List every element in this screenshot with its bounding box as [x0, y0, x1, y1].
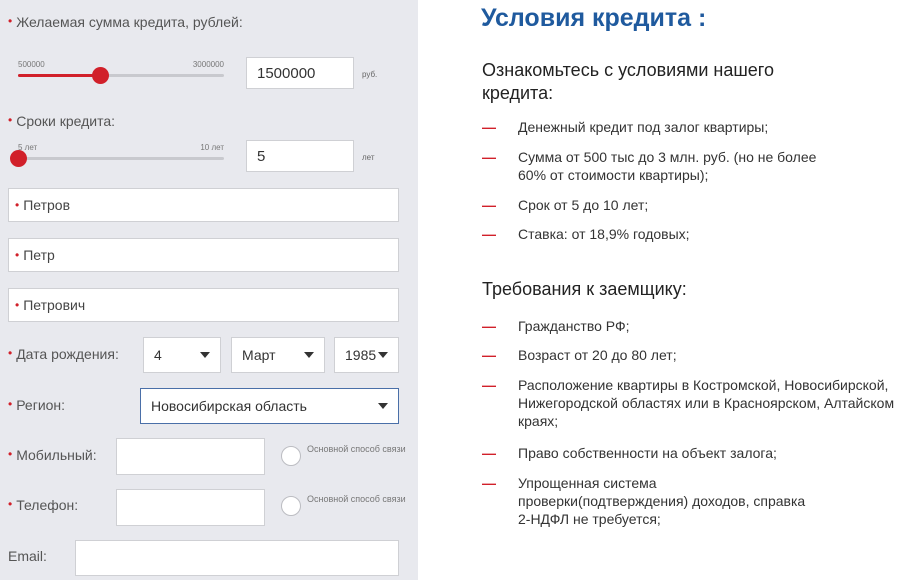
middle-name-field[interactable]: • Петрович	[8, 288, 399, 322]
mobile-primary-radio[interactable]	[281, 446, 301, 466]
chevron-down-icon	[378, 352, 388, 358]
dash-icon: —	[482, 347, 496, 363]
term-slider[interactable]: 5 лет 10 лет	[10, 143, 224, 171]
amount-input[interactable]: 1500000	[246, 57, 354, 89]
list-item: — Упрощенная система проверки(подтвержден…	[482, 475, 806, 527]
amount-min-label: 500000	[18, 60, 45, 69]
term-input[interactable]: 5	[246, 140, 354, 172]
list-item: — Гражданство РФ;	[482, 318, 630, 334]
term-slider-thumb[interactable]	[10, 150, 27, 167]
amount-label: • Желаемая сумма кредита, рублей:	[8, 14, 243, 30]
requirements-heading: Требования к заемщику:	[482, 279, 687, 299]
term-slider-track[interactable]	[18, 157, 224, 160]
mobile-input[interactable]	[116, 438, 265, 475]
amount-slider[interactable]: 500000 3000000	[18, 60, 224, 88]
dash-icon: —	[482, 197, 496, 213]
dash-icon: —	[482, 475, 496, 491]
list-item: — Возраст от 20 до 80 лет;	[482, 347, 677, 363]
birth-month-select[interactable]: Март	[231, 337, 325, 373]
term-label: • Сроки кредита:	[8, 113, 116, 129]
phone-label: • Телефон:	[8, 497, 79, 513]
dash-icon: —	[482, 377, 496, 393]
amount-unit: руб.	[362, 70, 378, 79]
chevron-down-icon	[378, 403, 388, 409]
last-name-field[interactable]: • Петров	[8, 188, 399, 222]
phone-primary-radio[interactable]	[281, 496, 301, 516]
dash-icon: —	[482, 318, 496, 334]
birth-year-select[interactable]: 1985	[334, 337, 399, 373]
amount-slider-fill	[18, 74, 101, 77]
loan-conditions-panel: Условия кредита : Ознакомьтесь с условия…	[426, 0, 900, 580]
email-label: Email:	[8, 548, 47, 564]
birth-date-label: • Дата рождения:	[8, 346, 119, 362]
mobile-primary-radio-label: Основной способ связи	[307, 444, 406, 454]
region-label: • Регион:	[8, 397, 66, 413]
amount-max-label: 3000000	[192, 60, 224, 69]
chevron-down-icon	[200, 352, 210, 358]
birth-day-select[interactable]: 4	[143, 337, 221, 373]
region-select[interactable]: Новосибирская область	[140, 388, 399, 424]
dash-icon: —	[482, 149, 496, 165]
mobile-label: • Мобильный:	[8, 447, 97, 463]
list-item: — Ставка: от 18,9% годовых;	[482, 226, 690, 242]
list-item: — Денежный кредит под залог квартиры;	[482, 119, 769, 135]
term-max-label: 10 лет	[200, 143, 224, 152]
chevron-down-icon	[304, 352, 314, 358]
phone-input[interactable]	[116, 489, 265, 526]
list-item: — Срок от 5 до 10 лет;	[482, 197, 649, 213]
list-item: — Сумма от 500 тыс до 3 млн. руб. (но не …	[482, 149, 817, 183]
amount-slider-thumb[interactable]	[92, 67, 110, 84]
dash-icon: —	[482, 445, 496, 461]
page-title: Условия кредита :	[481, 4, 707, 32]
list-item: — Расположение квартиры в Костромской, Но…	[482, 377, 895, 429]
dash-icon: —	[482, 226, 496, 242]
phone-primary-radio-label: Основной способ связи	[307, 494, 406, 504]
first-name-field[interactable]: • Петр	[8, 238, 399, 272]
conditions-heading: Ознакомьтесь с условиями нашего кредита:	[482, 60, 774, 103]
loan-form: • Желаемая сумма кредита, рублей: 500000 …	[0, 0, 418, 580]
list-item: — Право собственности на объект залога;	[482, 445, 777, 461]
term-unit: лет	[362, 153, 375, 162]
dash-icon: —	[482, 119, 496, 135]
email-input[interactable]	[75, 540, 399, 576]
